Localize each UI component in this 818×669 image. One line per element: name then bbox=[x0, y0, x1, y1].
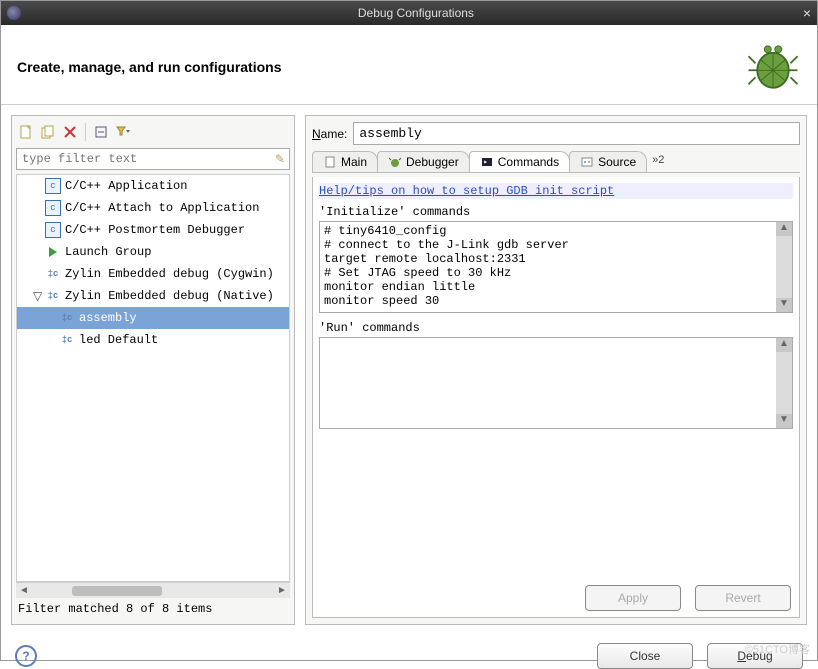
filter-menu-button[interactable] bbox=[113, 122, 133, 142]
page-title: Create, manage, and run configurations bbox=[17, 59, 745, 75]
watermark: ©51CTO博客 bbox=[745, 641, 810, 657]
clear-filter-icon[interactable]: ✎ bbox=[271, 149, 289, 169]
tab-source[interactable]: Source bbox=[569, 151, 647, 172]
footer: ? Close Debug bbox=[1, 635, 817, 669]
tab-debugger[interactable]: Debugger bbox=[377, 151, 470, 172]
help-icon[interactable]: ? bbox=[15, 645, 37, 667]
tree-item[interactable]: Launch Group bbox=[17, 241, 289, 263]
tab-main[interactable]: Main bbox=[312, 151, 378, 172]
run-label: 'Run' commands bbox=[319, 321, 793, 335]
run-textarea[interactable] bbox=[320, 338, 776, 428]
delete-button[interactable] bbox=[60, 122, 80, 142]
term-icon bbox=[480, 155, 494, 169]
src-icon bbox=[580, 155, 594, 169]
run-area-wrap: ▲▼ bbox=[319, 337, 793, 429]
initialize-textarea[interactable] bbox=[320, 222, 776, 312]
tab-commands[interactable]: Commands bbox=[469, 151, 570, 172]
scroll-thumb[interactable] bbox=[72, 586, 162, 596]
separator bbox=[85, 123, 86, 141]
close-button[interactable]: Close bbox=[597, 643, 693, 669]
initialize-area-wrap: ▲▼ bbox=[319, 221, 793, 313]
window-title: Debug Configurations bbox=[29, 6, 803, 20]
tree-item[interactable]: cC/C++ Postmortem Debugger bbox=[17, 219, 289, 241]
doc-icon bbox=[323, 155, 337, 169]
tab-overflow[interactable]: »2 bbox=[646, 151, 670, 172]
bug-icon bbox=[388, 155, 402, 169]
tree-item[interactable]: ‡cled Default bbox=[17, 329, 289, 351]
left-toolbar bbox=[16, 120, 290, 148]
tab-commands-content: Help/tips on how to setup GDB init scrip… bbox=[312, 177, 800, 618]
eclipse-icon bbox=[7, 6, 21, 20]
tree-item[interactable]: ▽‡cZylin Embedded debug (Native) bbox=[17, 285, 289, 307]
apply-button[interactable]: Apply bbox=[585, 585, 681, 611]
tree-item[interactable]: ‡cassembly bbox=[17, 307, 289, 329]
horizontal-scrollbar[interactable]: ◄ ► bbox=[16, 582, 290, 598]
name-label: Name: bbox=[312, 127, 347, 141]
right-panel: Name: MainDebuggerCommandsSource»2 Help/… bbox=[305, 115, 807, 625]
tree-item[interactable]: cC/C++ Attach to Application bbox=[17, 197, 289, 219]
filter-status: Filter matched 8 of 8 items bbox=[16, 598, 290, 620]
vertical-scrollbar[interactable]: ▲▼ bbox=[776, 222, 792, 312]
revert-button[interactable]: Revert bbox=[695, 585, 791, 611]
help-link[interactable]: Help/tips on how to setup GDB init scrip… bbox=[319, 183, 793, 199]
scroll-left-icon[interactable]: ◄ bbox=[16, 585, 32, 596]
new-config-button[interactable] bbox=[16, 122, 36, 142]
collapse-button[interactable] bbox=[91, 122, 111, 142]
main-area: ✎ cC/C++ ApplicationcC/C++ Attach to App… bbox=[1, 105, 817, 635]
name-row: Name: bbox=[312, 122, 800, 145]
tabs: MainDebuggerCommandsSource»2 bbox=[312, 151, 800, 173]
apply-revert-row: Apply Revert bbox=[319, 575, 793, 611]
scroll-right-icon[interactable]: ► bbox=[274, 585, 290, 596]
left-panel: ✎ cC/C++ ApplicationcC/C++ Attach to App… bbox=[11, 115, 295, 625]
titlebar: Debug Configurations × bbox=[1, 1, 817, 25]
filter-input[interactable] bbox=[17, 149, 271, 169]
vertical-scrollbar[interactable]: ▲▼ bbox=[776, 338, 792, 428]
dialog-header: Create, manage, and run configurations bbox=[1, 25, 817, 105]
close-icon[interactable]: × bbox=[803, 5, 811, 21]
initialize-label: 'Initialize' commands bbox=[319, 205, 793, 219]
filter-input-wrap: ✎ bbox=[16, 148, 290, 170]
tree-item[interactable]: cC/C++ Application bbox=[17, 175, 289, 197]
config-tree[interactable]: cC/C++ ApplicationcC/C++ Attach to Appli… bbox=[16, 174, 290, 582]
bug-icon bbox=[745, 37, 801, 96]
name-input[interactable] bbox=[353, 122, 800, 145]
tree-item[interactable]: ‡cZylin Embedded debug (Cygwin) bbox=[17, 263, 289, 285]
duplicate-button[interactable] bbox=[38, 122, 58, 142]
